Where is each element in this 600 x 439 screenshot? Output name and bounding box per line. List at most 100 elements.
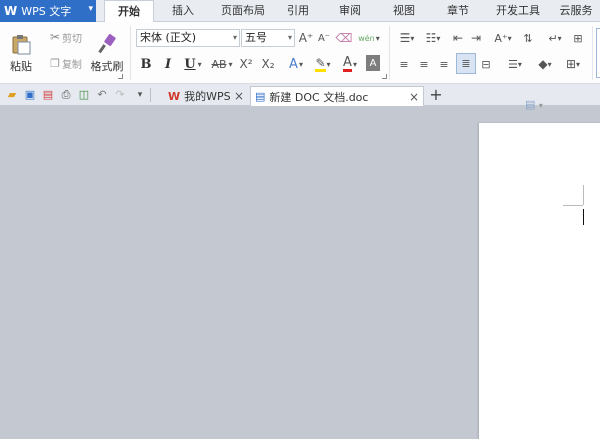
underline-icon: U: [184, 56, 196, 72]
group-divider: [130, 26, 131, 80]
text-cursor: [583, 209, 584, 225]
paint-bucket-icon: ◆: [538, 57, 548, 71]
numbered-list-icon: ☷: [425, 31, 437, 45]
open-folder-icon[interactable]: ▰: [4, 87, 20, 103]
format-painter-button[interactable]: 格式刷: [90, 28, 124, 78]
strikethrough-icon: AB: [211, 57, 227, 71]
phonetic-guide-button[interactable]: wén ▾: [356, 29, 382, 47]
justify-icon: ≣: [461, 57, 471, 70]
paste-options-icon[interactable]: ▤ ▾: [525, 98, 543, 111]
bold-button[interactable]: B: [138, 54, 154, 74]
paste-label: 粘贴: [10, 59, 32, 73]
character-shading-icon: A: [369, 57, 377, 69]
chevron-down-icon: ▾: [326, 59, 331, 69]
character-shading-button[interactable]: A: [366, 55, 380, 71]
highlight-button[interactable]: ✎ ▾: [310, 54, 336, 74]
superscript-button[interactable]: X²: [238, 54, 254, 74]
print-icon[interactable]: ⎙: [58, 87, 74, 103]
chevron-down-icon: ▾: [352, 59, 357, 69]
numbered-list-button[interactable]: ☷ ▾: [420, 29, 446, 47]
decrease-indent-button[interactable]: ⇤: [450, 29, 466, 47]
subscript-button[interactable]: X₂: [260, 54, 276, 74]
tab-my-wps[interactable]: W 我的WPS ×: [164, 86, 248, 106]
font-color-button[interactable]: A ▾: [338, 54, 362, 74]
chevron-down-icon: ▾: [197, 59, 202, 69]
font-size-select[interactable]: 五号 ▾: [241, 29, 295, 47]
font-color-icon: A: [343, 54, 352, 72]
document-tab-bar: ▰ ▣ ▤ ⎙ ◫ ↶ ↷ ▾ W 我的WPS × ▤ 新建 DOC 文档.do…: [0, 84, 600, 106]
cut-button[interactable]: ✂ 剪切: [44, 28, 88, 46]
align-left-button[interactable]: ≡: [396, 54, 412, 74]
line-spacing-button[interactable]: ☰ ▾: [502, 54, 528, 74]
chevron-down-icon: ▾: [298, 59, 303, 69]
scissors-icon: ✂: [49, 30, 61, 44]
sort-button[interactable]: ⇅: [520, 29, 536, 47]
tab-insert[interactable]: 插入: [160, 0, 206, 22]
format-painter-label: 格式刷: [90, 59, 124, 73]
font-group-expand-icon[interactable]: [382, 74, 387, 79]
borders-button[interactable]: ⊞ ▾: [560, 54, 586, 74]
app-menu-button[interactable]: W WPS 文字 ▾: [0, 0, 96, 22]
align-center-icon: ≡: [419, 57, 429, 71]
shading-button[interactable]: ◆ ▾: [532, 54, 558, 74]
tab-chapter[interactable]: 章节: [438, 0, 478, 22]
close-icon[interactable]: ×: [234, 89, 244, 103]
increase-indent-button[interactable]: ⇥: [468, 29, 484, 47]
change-case-icon: A⁺: [494, 31, 508, 45]
line-spacing-icon: ☰: [508, 57, 518, 71]
paste-button[interactable]: 粘贴: [4, 28, 38, 78]
tab-home[interactable]: 开始: [104, 0, 154, 23]
wps-logo-icon: W: [168, 89, 181, 103]
clear-format-button[interactable]: ⌫: [336, 29, 353, 47]
align-right-button[interactable]: ≡: [436, 54, 452, 74]
styles-gallery[interactable]: [596, 28, 600, 78]
undo-icon[interactable]: ↶: [94, 87, 110, 103]
align-center-button[interactable]: ≡: [416, 54, 432, 74]
tab-view[interactable]: 视图: [384, 0, 424, 22]
align-right-icon: ≡: [439, 57, 449, 71]
italic-button[interactable]: I: [160, 54, 176, 74]
document-page[interactable]: [479, 123, 600, 439]
shrink-font-button[interactable]: A⁻: [316, 29, 332, 47]
tab-label: 新建 DOC 文档.doc: [269, 90, 369, 104]
subscript-icon: X₂: [261, 57, 275, 71]
align-left-icon: ≡: [399, 57, 409, 71]
chevron-down-icon: ▾: [228, 59, 233, 69]
chevron-down-icon: ▾: [576, 59, 581, 69]
tab-developer-tools[interactable]: 开发工具: [490, 0, 546, 22]
group-divider: [592, 26, 593, 80]
show-marks-button[interactable]: ↵ ▾: [542, 29, 568, 47]
paragraph-mark-icon: ↵: [548, 31, 558, 45]
strikethrough-button[interactable]: AB ▾: [208, 54, 236, 74]
cut-label: 剪切: [62, 33, 83, 45]
tab-references[interactable]: 引用: [278, 0, 318, 22]
export-pdf-icon[interactable]: ▤: [40, 87, 56, 103]
justify-button[interactable]: ≣: [456, 53, 476, 74]
distributed-align-button[interactable]: ⊟: [478, 54, 494, 74]
tab-page-layout[interactable]: 页面布局: [212, 0, 274, 22]
tab-review[interactable]: 审阅: [330, 0, 370, 22]
grow-font-button[interactable]: A⁺: [298, 29, 314, 47]
table-grid-button[interactable]: ⊞: [570, 29, 586, 47]
new-tab-button[interactable]: +: [428, 85, 444, 105]
tab-cloud-service[interactable]: 云服务: [554, 0, 598, 22]
change-case-button[interactable]: A⁺ ▾: [490, 29, 516, 47]
save-icon[interactable]: ▣: [22, 87, 38, 103]
redo-icon[interactable]: ↷: [112, 87, 128, 103]
document-icon: ▤: [255, 90, 266, 103]
group-divider: [389, 26, 390, 80]
text-effect-button[interactable]: A ▾: [284, 54, 308, 74]
font-name-value: 宋体 (正文): [140, 31, 197, 44]
bullet-list-button[interactable]: ☰ ▾: [396, 29, 418, 47]
clipboard-group-expand-icon[interactable]: [118, 74, 123, 79]
customize-toolbar-icon[interactable]: ▾: [132, 87, 148, 103]
font-name-select[interactable]: 宋体 (正文) ▾: [136, 29, 240, 47]
print-preview-icon[interactable]: ◫: [76, 87, 92, 103]
close-icon[interactable]: ×: [409, 90, 419, 104]
decrease-indent-icon: ⇤: [452, 31, 464, 45]
chevron-down-icon: ▾: [287, 33, 292, 42]
copy-button[interactable]: ❐ 复制: [44, 54, 88, 72]
tab-current-document[interactable]: ▤ 新建 DOC 文档.doc ×: [250, 86, 424, 106]
underline-button[interactable]: U ▾: [180, 54, 206, 74]
document-workspace[interactable]: [0, 106, 600, 439]
